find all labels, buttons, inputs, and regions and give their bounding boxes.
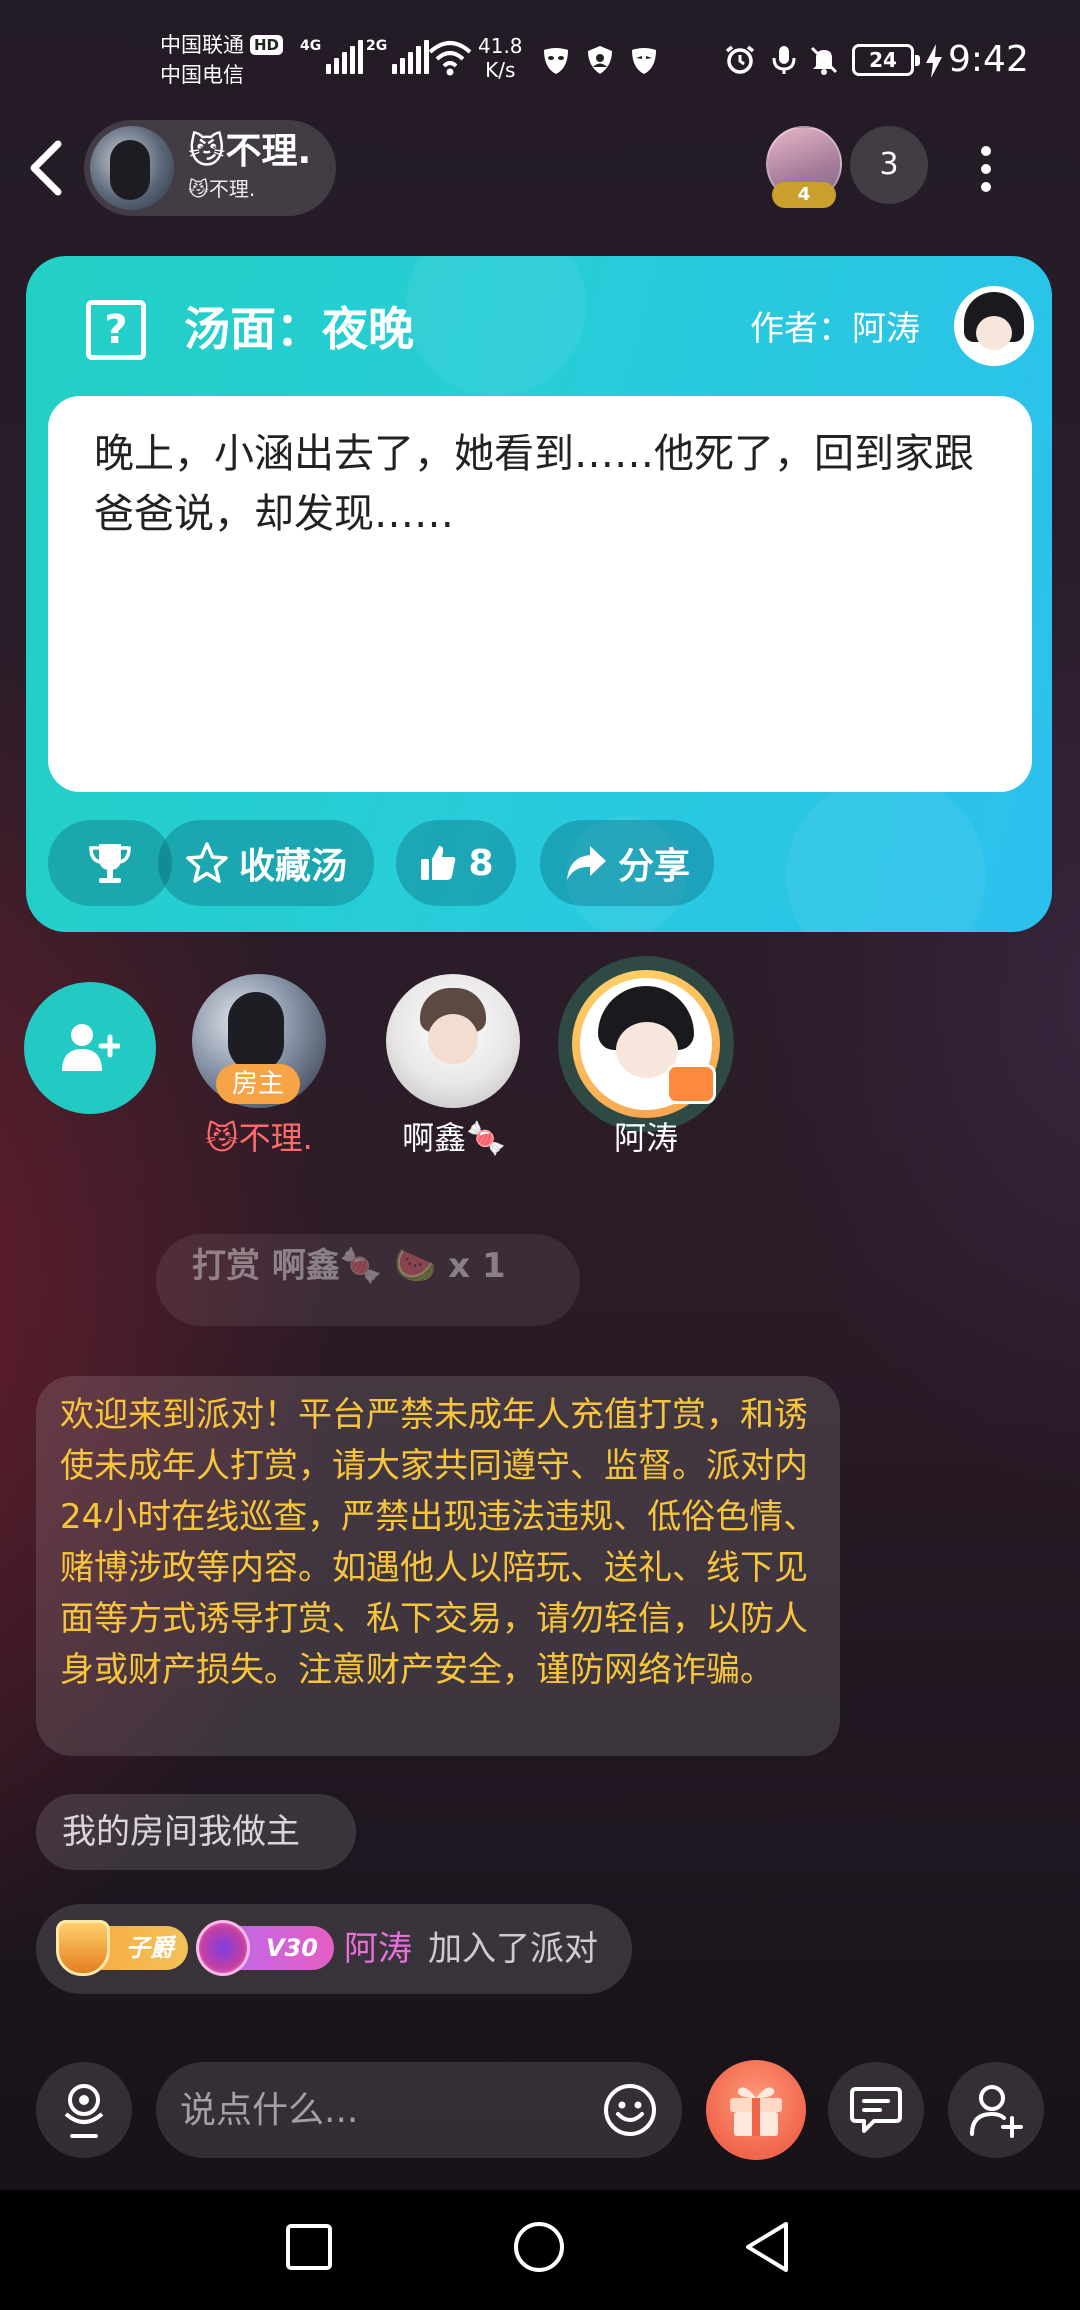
carrier-1: 中国联通 (160, 33, 244, 57)
author-avatar[interactable] (954, 286, 1034, 366)
vip-gem-icon (196, 1920, 250, 1976)
signal-icon-2: 2G (366, 38, 430, 74)
microphone-icon (64, 2084, 104, 2138)
gift-box-icon (730, 2087, 782, 2136)
puzzle-author: 作者：阿涛 (750, 309, 920, 349)
puzzle-title: 汤面：夜晚 (184, 302, 414, 356)
gift-message-text: 打赏 啊鑫🍬 🍉 x 1 (192, 1246, 506, 1286)
like-count: 8 (468, 842, 494, 884)
puzzle-card: ? 汤面：夜晚 作者：阿涛 晚上，小涵出去了，她看到……他死了，回到家跟爸爸说，… (26, 256, 1052, 932)
share-arrow-icon (566, 846, 606, 880)
room-title: 😼不理. (188, 131, 312, 172)
join-username[interactable]: 阿涛 (344, 1904, 412, 1994)
online-count-button[interactable]: 3 (850, 126, 928, 204)
seat-name-host: 😼不理. (205, 1119, 313, 1157)
add-user-icon (62, 1024, 120, 1071)
viewer-level-badge: 4 (772, 182, 836, 208)
card-decoration (406, 256, 586, 396)
card-decoration (786, 776, 986, 932)
gift-message: 打赏 啊鑫🍬 🍉 x 1 (156, 1234, 580, 1326)
favorite-label: 收藏汤 (238, 846, 347, 887)
gift-button[interactable] (706, 2060, 806, 2160)
vip-badge: V30 (196, 1920, 334, 1976)
battery-indicator: 24 (852, 44, 920, 76)
rank-badge: 子爵 (56, 1920, 188, 1976)
star-icon (186, 842, 228, 883)
room-subtitle: 😼不理. (188, 177, 256, 201)
carrier-2: 中国电信 (160, 63, 244, 87)
puzzle-story: 晚上，小涵出去了，她看到……他死了，回到家跟爸爸说，却发现…… (94, 431, 974, 537)
emoji-icon[interactable] (602, 2082, 658, 2138)
join-text: 加入了派对 (428, 1929, 598, 1969)
more-options-icon[interactable] (966, 140, 1006, 196)
seat-name-2: 啊鑫🍬 (402, 1119, 506, 1157)
tv-badge-icon (666, 1064, 716, 1104)
wifi-icon (428, 41, 472, 76)
seat-avatar-3-speaking[interactable] (558, 956, 734, 1132)
system-nav-bar (0, 2190, 1080, 2310)
signal-icon-1: 4G (300, 38, 364, 74)
seat-name-3: 阿涛 (613, 1119, 678, 1157)
room-owner-avatar (90, 126, 174, 210)
status-bar: 中国联通 HD 中国电信 4G 2G 41.8 K/s 24 9:42 (0, 0, 1080, 120)
add-user-icon (970, 2085, 1023, 2138)
host-silhouette (228, 992, 284, 1072)
trophy-icon (89, 844, 131, 883)
alarm-icon (725, 45, 755, 74)
chat-message: 我的房间我做主 (36, 1794, 356, 1870)
mask-icon (544, 48, 568, 74)
mask-icon-2 (632, 48, 656, 74)
clock: 9:42 (948, 39, 1029, 80)
viscount-shield-icon (56, 1920, 110, 1976)
trophy-button[interactable] (48, 820, 172, 906)
add-friend-button[interactable] (948, 2062, 1044, 2158)
shield-user-icon (588, 46, 612, 74)
mic-button[interactable] (36, 2062, 132, 2158)
host-badge: 房主 (216, 1064, 300, 1104)
share-label: 分享 (617, 846, 690, 887)
message-input[interactable] (180, 2062, 580, 2158)
back-icon[interactable] (742, 2220, 792, 2274)
join-message: 子爵 V30 阿涛 加入了派对 (36, 1904, 632, 1994)
chat-bubble-icon (850, 2087, 902, 2133)
microphone-icon (772, 46, 796, 74)
thumbs-up-icon (421, 846, 456, 880)
network-speed: 41.8 K/s (478, 34, 523, 82)
recent-apps-icon[interactable] (284, 2222, 334, 2272)
back-arrow-icon[interactable] (26, 138, 66, 198)
share-button[interactable]: 分享 (540, 820, 714, 906)
system-notice: 欢迎来到派对！平台严禁未成年人充值打赏，和诱使未成年人打赏，请大家共同遵守、监督… (36, 1376, 840, 1756)
message-input-box[interactable] (156, 2062, 682, 2158)
chat-button[interactable] (828, 2062, 924, 2158)
face-shape (428, 1014, 478, 1064)
favorite-button[interactable]: 收藏汤 (158, 820, 374, 906)
system-notice-text: 欢迎来到派对！平台严禁未成年人充值打赏，和诱使未成年人打赏，请大家共同遵守、监督… (60, 1395, 818, 1690)
seat-avatar-2[interactable] (386, 974, 520, 1108)
charging-icon (926, 44, 942, 78)
story-box: 晚上，小涵出去了，她看到……他死了，回到家跟爸爸说，却发现…… (48, 396, 1032, 792)
like-button[interactable]: 8 (396, 820, 516, 906)
invite-user-button[interactable] (24, 982, 156, 1114)
question-mark-icon: ? (86, 300, 146, 360)
mute-bell-icon (810, 46, 838, 75)
hd-badge: HD (250, 35, 284, 55)
carrier-info: 中国联通 HD 中国电信 (160, 30, 284, 90)
room-info-pill[interactable]: 😼不理. 😼不理. (84, 120, 336, 216)
home-icon[interactable] (512, 2220, 566, 2274)
